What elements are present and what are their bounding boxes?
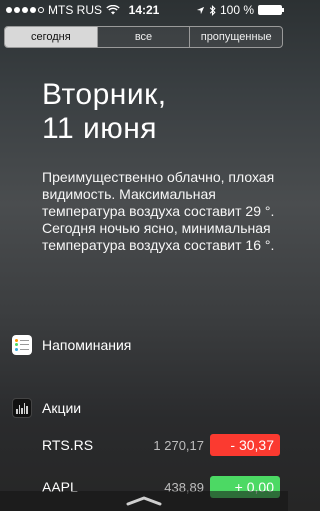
signal-dot — [38, 7, 44, 13]
day-month-label: 11 июня — [42, 112, 158, 145]
status-bar: MTS RUS 14:21 100 % — [0, 0, 288, 20]
battery-percent: 100 % — [219, 3, 254, 17]
battery-fill — [259, 6, 281, 14]
reminders-section[interactable]: Напоминания — [12, 335, 131, 355]
status-right: 100 % — [196, 3, 284, 17]
stock-price: 1 270,17 — [153, 437, 204, 453]
tab-all[interactable]: все — [98, 27, 191, 47]
weather-summary: Преимущественно облачно, плохая видимост… — [42, 169, 275, 253]
chevron-handle-icon — [126, 496, 162, 506]
stock-change-badge[interactable]: - 30,37 — [210, 434, 280, 456]
signal-dot — [14, 7, 20, 13]
signal-dot — [30, 7, 36, 13]
status-time: 14:21 — [128, 3, 160, 17]
battery-icon — [258, 5, 284, 15]
stocks-section[interactable]: Акции — [12, 398, 81, 418]
tab-today[interactable]: сегодня — [5, 27, 98, 47]
status-left: MTS RUS — [6, 3, 120, 17]
signal-strength-icon — [6, 7, 44, 13]
close-handle[interactable] — [0, 491, 288, 511]
reminders-icon — [12, 335, 32, 355]
location-arrow-icon — [196, 6, 205, 14]
tab-missed[interactable]: пропущенные — [190, 27, 282, 47]
weekday-label: Вторник, — [42, 78, 167, 111]
notification-tabs: сегодня все пропущенные — [4, 26, 283, 48]
stocks-label: Акции — [42, 400, 82, 416]
bluetooth-icon — [209, 4, 216, 16]
stock-row[interactable]: RTS.RS 1 270,17 - 30,37 — [42, 432, 280, 458]
carrier-name: MTS RUS — [48, 3, 102, 17]
stocks-icon — [12, 398, 32, 418]
wifi-icon — [106, 5, 120, 15]
today-date: Вторник, 11 июня — [42, 78, 167, 146]
stock-symbol: RTS.RS — [42, 437, 94, 453]
signal-dot — [22, 7, 28, 13]
signal-dot — [6, 7, 12, 13]
reminders-label: Напоминания — [42, 337, 132, 353]
